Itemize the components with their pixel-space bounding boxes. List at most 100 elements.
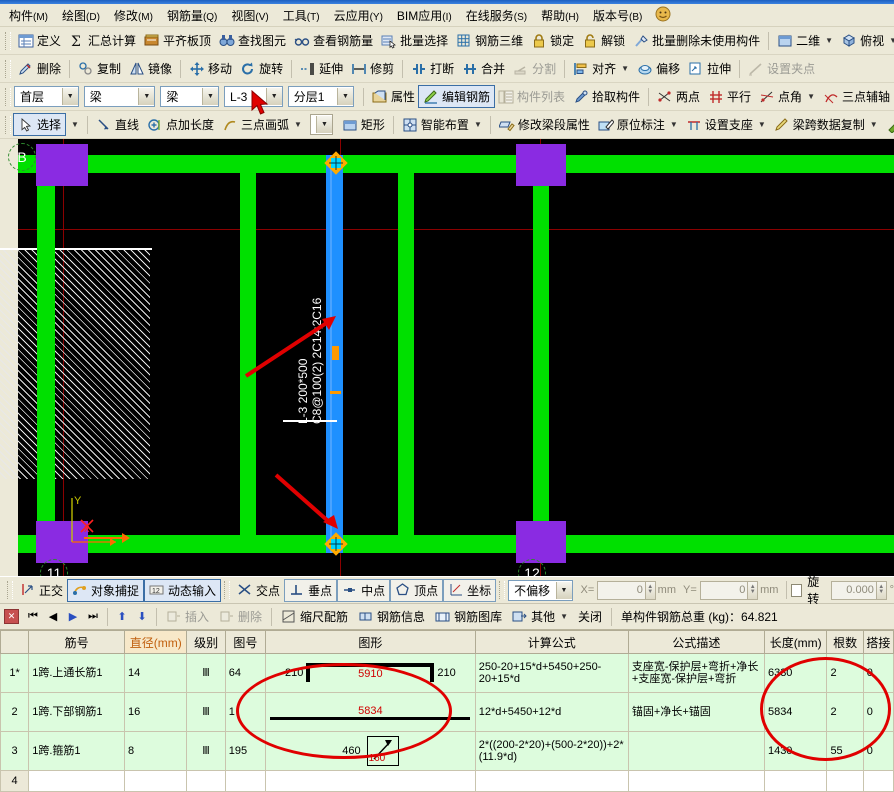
trim-button[interactable]: 修剪 (347, 58, 398, 79)
extra-tool-button[interactable] (882, 115, 894, 135)
chevron-down-icon[interactable]: ▼ (138, 88, 155, 105)
last-record-button[interactable]: ⏭ (83, 610, 103, 623)
col-header-name[interactable]: 筋号 (28, 630, 125, 654)
edit-rebar-button[interactable]: 编辑钢筋 (417, 85, 495, 108)
point-length-tool-button[interactable]: 点加长度 (143, 114, 218, 135)
menu-item-version[interactable]: 版本号(B) (586, 5, 649, 26)
snap-perpendicular-toggle[interactable]: 垂点 (284, 578, 338, 602)
table-row[interactable]: 3 1跨.箍筋1 8 Ⅲ 195 460 160 2*((200-2*20)+(… (0, 731, 894, 771)
properties-button[interactable]: 属性 (368, 86, 419, 107)
three-point-axis-button[interactable]: 三点辅轴 (819, 86, 894, 107)
cell-formula[interactable]: 250-20+15*d+5450+250-20+15*d (474, 653, 629, 693)
smart-layout-button[interactable]: 智能布置 ▼ (398, 114, 486, 135)
snap-intersection-toggle[interactable]: 交点 (233, 580, 284, 601)
chevron-down-icon[interactable]: ▼ (621, 64, 629, 73)
chevron-down-icon[interactable]: ▼ (555, 581, 572, 599)
chevron-down-icon[interactable]: ▼ (889, 36, 894, 45)
toolbar-grip[interactable] (5, 31, 11, 50)
beam-horizontal-bottom[interactable] (18, 535, 894, 553)
rebar-info-button[interactable]: 钢筋信息 (353, 606, 430, 627)
beam-vertical-mid2[interactable] (398, 155, 414, 553)
cell-shape-no[interactable]: 64 (224, 653, 267, 693)
column-top-right[interactable] (516, 144, 566, 186)
offset-mode-select[interactable]: 不偏移 ▼ (508, 579, 573, 601)
cell-desc[interactable] (627, 770, 765, 792)
cell-formula[interactable]: 12*d+5450+12*d (474, 692, 629, 732)
chevron-down-icon[interactable]: ▼ (294, 120, 302, 129)
chevron-down-icon[interactable]: ▼ (560, 612, 568, 621)
cell-shape[interactable]: 210 5910 210 (265, 653, 476, 693)
set-grip-point-button[interactable]: 设置夹点 (744, 58, 819, 79)
batch-delete-unused-button[interactable]: 批量删除未使用构件 (629, 30, 764, 51)
set-support-button[interactable]: 设置支座 ▼ (682, 114, 770, 135)
menu-item-help[interactable]: 帮助(H) (534, 5, 586, 26)
cell-shape[interactable]: 460 160 (265, 731, 476, 771)
cell-length[interactable]: 6330 (763, 653, 828, 693)
statusbar-grip[interactable] (7, 581, 13, 599)
col-header-grade[interactable]: 级别 (186, 630, 226, 654)
move-up-button[interactable]: ⬆ (112, 610, 132, 623)
col-header-length[interactable]: 长度(mm) (763, 630, 828, 654)
menu-item-tools[interactable]: 工具(T) (276, 5, 327, 26)
menu-item-view[interactable]: 视图(V) (224, 5, 275, 26)
menu-item-cloud[interactable]: 云应用(Y) (327, 5, 390, 26)
beam-vertical-left[interactable] (37, 155, 55, 553)
column-top-left[interactable] (36, 144, 88, 186)
column-bottom-right[interactable] (516, 521, 566, 563)
copy-button[interactable]: 复制 (74, 58, 125, 79)
component-category-select[interactable]: 梁 ▼ (160, 86, 220, 107)
col-header-shape-no[interactable]: 图号 (224, 630, 267, 654)
cell-length[interactable] (763, 770, 828, 792)
ortho-toggle[interactable]: 正交 (16, 580, 67, 601)
cad-viewport[interactable]: Y x L-3 200*500 C8@100(2) 2C14;2C16 B 11… (0, 139, 894, 576)
cell-count[interactable]: 2 (826, 692, 864, 732)
cell-formula[interactable]: 2*((200-2*20)+(500-2*20))+2*(11.9*d) (474, 731, 629, 771)
mirror-button[interactable]: 镜像 (125, 58, 176, 79)
align-button[interactable]: 对齐 ▼ (569, 58, 633, 79)
rebar-3d-button[interactable]: 钢筋三维 (452, 30, 527, 51)
cell-length[interactable]: 1430 (763, 731, 828, 771)
cell-formula[interactable] (474, 770, 629, 792)
row-index[interactable]: 4 (0, 770, 30, 792)
close-panel-button[interactable]: ✕ (4, 609, 19, 624)
chevron-down-icon[interactable]: ▼ (61, 88, 78, 105)
menu-item-rebar-qty[interactable]: 钢筋量(Q) (160, 5, 224, 26)
cell-diameter[interactable]: 16 (123, 692, 188, 732)
chevron-down-icon[interactable]: ▼ (758, 120, 766, 129)
parallel-axis-button[interactable]: 平行 (704, 86, 755, 107)
chevron-down-icon[interactable]: ▼ (336, 88, 353, 105)
cell-length[interactable]: 5834 (763, 692, 828, 732)
other-button[interactable]: 其他 ▼ (507, 606, 573, 627)
rotate-checkbox[interactable] (791, 583, 803, 597)
cell-diameter[interactable]: 14 (123, 653, 188, 693)
beam-horizontal-top[interactable] (18, 155, 894, 173)
pick-component-button[interactable]: 拾取构件 (569, 86, 644, 107)
y-coordinate-input[interactable]: 0 (699, 580, 749, 600)
col-header-diameter[interactable]: 直径(mm) (123, 630, 188, 654)
menu-item-online-service[interactable]: 在线服务(S) (459, 5, 534, 26)
menu-item-modify[interactable]: 修改(M) (107, 5, 160, 26)
component-list-button[interactable]: 构件列表 (494, 86, 569, 107)
table-row[interactable]: 4 (0, 770, 894, 792)
cell-lap[interactable]: 0 (862, 653, 894, 693)
cell-shape-no[interactable]: 195 (224, 731, 267, 771)
layer-select[interactable]: 分层1 ▼ (287, 86, 354, 107)
merge-button[interactable]: 合并 (458, 58, 509, 79)
menu-item-bim[interactable]: BIM应用(I) (390, 5, 459, 26)
first-record-button[interactable]: ⏮ (23, 610, 43, 623)
line-tool-button[interactable]: 直线 (92, 114, 143, 135)
summary-calc-button[interactable]: Σ 汇总计算 (65, 30, 140, 51)
chevron-down-icon[interactable]: ▼ (807, 92, 815, 101)
toolbar-grip[interactable] (5, 59, 11, 78)
cell-count[interactable]: 55 (826, 731, 864, 771)
endpoint-marker-top[interactable] (324, 151, 348, 175)
cell-rebar-name[interactable]: 1跨.上通长筋1 (28, 653, 125, 693)
menu-item-draw[interactable]: 绘图(D) (55, 5, 107, 26)
cell-shape[interactable] (265, 770, 476, 792)
cell-diameter[interactable] (123, 770, 188, 792)
cell-count[interactable]: 2 (826, 653, 864, 693)
col-header-shape[interactable]: 图形 (265, 630, 476, 654)
edit-beam-segment-button[interactable]: 修改梁段属性 (495, 114, 594, 135)
grip-marker-lower[interactable] (330, 391, 341, 394)
col-header-count[interactable]: 根数 (826, 630, 864, 654)
